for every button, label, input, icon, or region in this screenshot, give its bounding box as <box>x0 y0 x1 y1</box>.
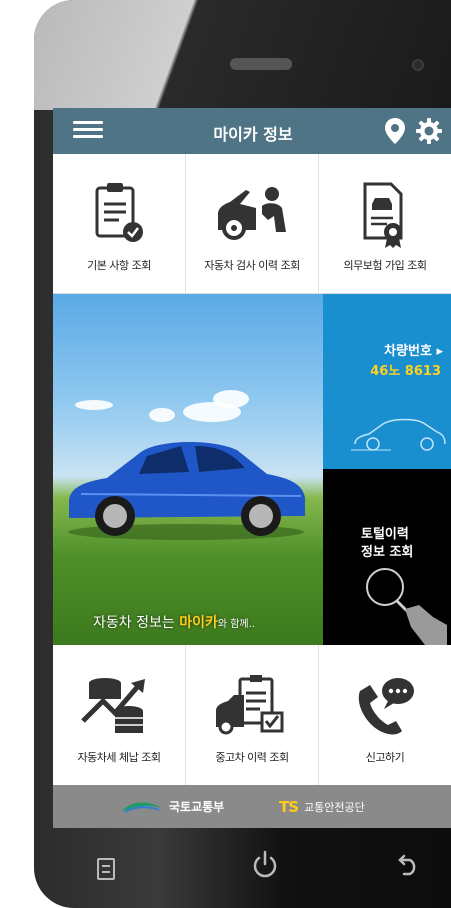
inspection-history-button[interactable]: 자동차 검사 이력 조회 <box>186 154 319 293</box>
banner-caption-suffix: 와 함께.. <box>217 619 255 630</box>
app-header: 마이카 정보 <box>53 108 451 154</box>
phone-top-bezel <box>34 0 451 110</box>
ministry-swoosh-icon <box>121 801 161 813</box>
ts-logo: TS 교통안전공단 <box>279 798 365 816</box>
footer-bar: 국토교통부 TS 교통안전공단 <box>53 785 451 828</box>
banner-caption-prefix: 자동차 정보는 <box>93 615 175 631</box>
ts-name: 교통안전공단 <box>304 801 365 814</box>
page-title: 마이카 정보 <box>213 125 293 144</box>
plate-label: 차량번호 ▸ <box>384 344 443 359</box>
phone-speaker <box>230 58 292 70</box>
banner-caption-highlight: 마이카 <box>179 615 218 631</box>
used-car-history-button[interactable]: 중고차 이력 조회 <box>186 645 319 785</box>
recents-button[interactable] <box>97 858 115 880</box>
cloud <box>149 408 175 422</box>
car-inspection-icon <box>218 187 286 240</box>
hero-banner: 자동차 정보는 마이카와 함께.. <box>53 294 323 645</box>
app-screen: 마이카 정보 기본 사항 조회 자동차 검사 이력 조회 의무보험 가입 조회 … <box>53 108 451 828</box>
insurance-check-label: 의무보험 가입 조회 <box>343 259 427 272</box>
car-outline-icon <box>351 418 446 451</box>
coins-chart-icon <box>81 678 145 733</box>
magnifier-hand-icon <box>366 568 447 645</box>
insurance-check-button[interactable]: 의무보험 가입 조회 <box>319 154 451 293</box>
cloud <box>213 390 249 408</box>
ts-mark: TS <box>279 798 299 816</box>
blue-car-image <box>68 441 305 540</box>
hamburger-menu-icon[interactable] <box>73 121 103 141</box>
inspection-history-label: 자동차 검사 이력 조회 <box>204 259 300 272</box>
cloud <box>75 400 113 410</box>
used-car-checklist-icon <box>216 675 284 735</box>
clipboard-check-icon <box>95 183 143 242</box>
ministry-logo: 국토교통부 <box>119 798 224 815</box>
phone-camera <box>412 59 424 71</box>
report-button[interactable]: 신고하기 <box>319 645 451 785</box>
basic-info-label: 기본 사항 조회 <box>87 259 151 272</box>
total-history-line1: 토털이력 <box>361 527 409 542</box>
total-history-panel[interactable]: 토털이력 정보 조회 <box>323 469 451 645</box>
location-pin-icon[interactable] <box>383 117 407 145</box>
car-tax-button[interactable]: 자동차세 체납 조회 <box>53 645 186 785</box>
back-arrow-icon[interactable] <box>398 852 420 876</box>
power-icon[interactable] <box>252 850 278 880</box>
basic-info-button[interactable]: 기본 사항 조회 <box>53 154 186 293</box>
insurance-certificate-icon <box>363 182 403 248</box>
bottom-menu-row: 자동차세 체납 조회 중고차 이력 조회 신고하기 <box>53 645 451 785</box>
phone-chat-icon <box>358 678 414 735</box>
ministry-name: 국토교통부 <box>169 800 225 814</box>
car-tax-label: 자동차세 체납 조회 <box>77 751 161 764</box>
total-history-line2: 정보 조회 <box>361 545 414 560</box>
plate-number: 46노 8613 <box>370 364 441 379</box>
report-label: 신고하기 <box>365 751 405 764</box>
used-car-history-label: 중고차 이력 조회 <box>215 751 289 764</box>
plate-number-panel[interactable]: 차량번호 ▸ 46노 8613 <box>323 294 451 469</box>
gear-icon[interactable] <box>415 117 443 145</box>
top-menu-row: 기본 사항 조회 자동차 검사 이력 조회 의무보험 가입 조회 <box>53 154 451 294</box>
banner-caption: 자동차 정보는 마이카와 함께.. <box>93 612 255 632</box>
